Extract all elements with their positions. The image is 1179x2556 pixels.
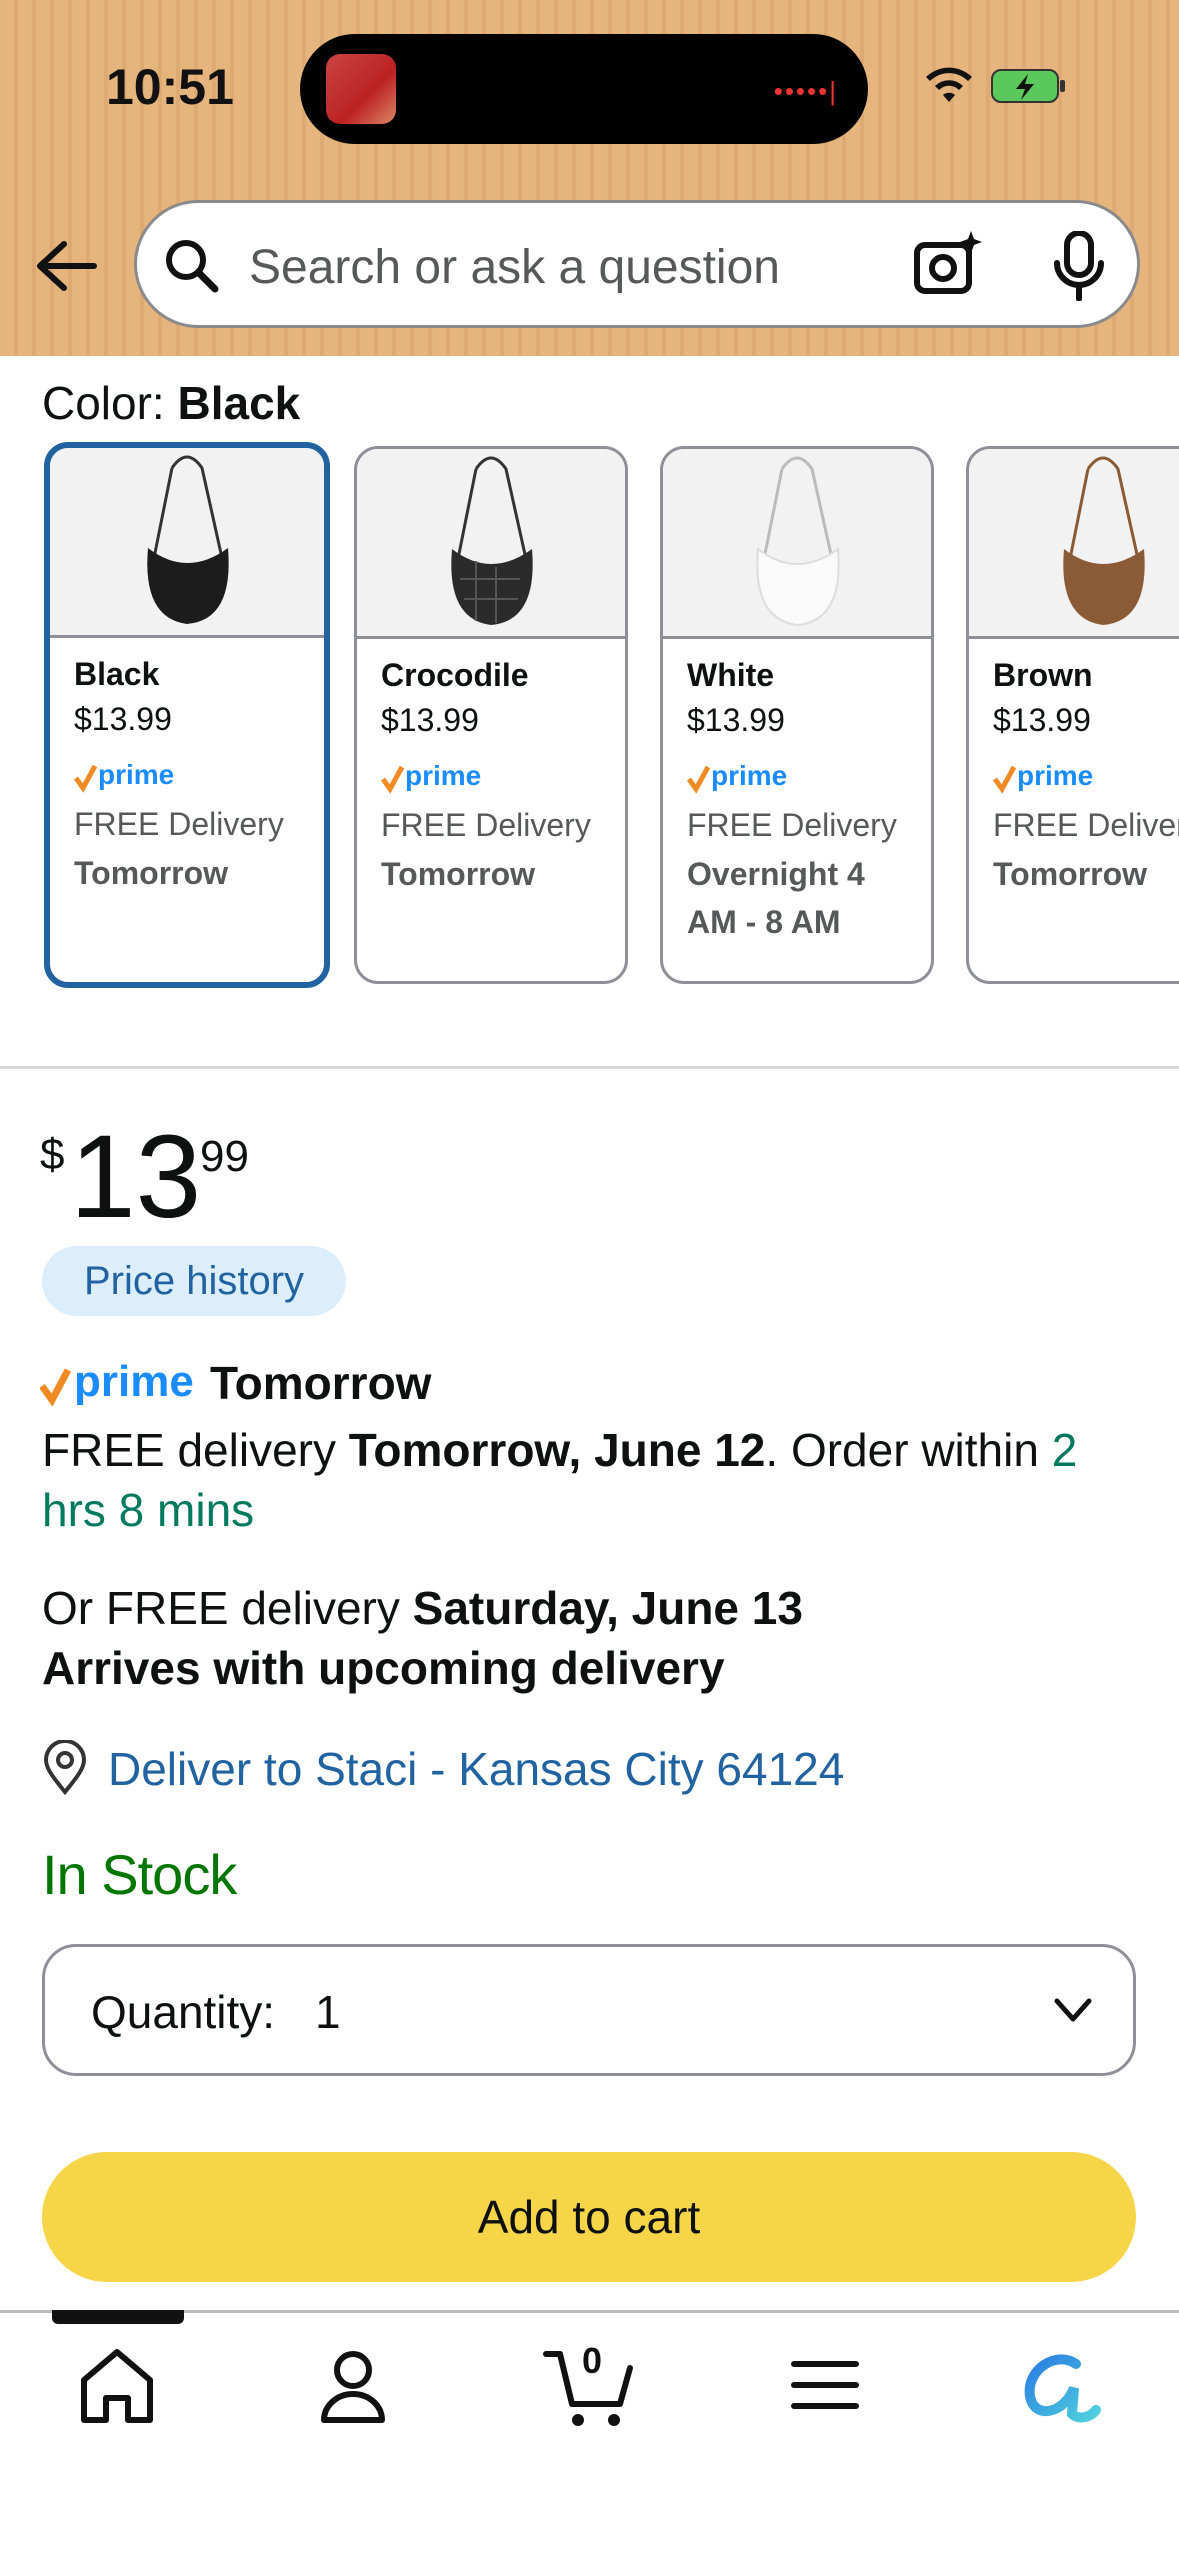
swatch-image-crocodile <box>357 449 625 639</box>
add-to-cart-button[interactable]: Add to cart <box>42 2152 1136 2282</box>
deliver-to-address[interactable]: Deliver to Staci - Kansas City 64124 <box>108 1742 844 1796</box>
prime-logo-icon: prime <box>969 739 1179 799</box>
swatch-black[interactable]: Black $13.99 prime FREE Delivery Tomorro… <box>44 442 330 988</box>
active-tab-indicator <box>52 2310 184 2324</box>
prime-logo-icon: prime <box>357 739 625 799</box>
prime-delivery-label: Tomorrow <box>210 1357 432 1409</box>
microphone-icon[interactable] <box>1049 231 1109 301</box>
prime-delivery-row: prime Tomorrow <box>39 1354 431 1410</box>
swatch-delivery-when: Tomorrow <box>993 856 1148 892</box>
location-pin-icon <box>43 1740 87 1796</box>
wifi-icon <box>926 67 972 102</box>
swatch-delivery: FREE Delivery <box>74 806 284 842</box>
swatch-image-white <box>663 449 931 639</box>
swatch-delivery-when: Tomorrow <box>74 855 229 891</box>
swatch-image-black <box>50 448 324 638</box>
delivery-prefix: FREE delivery <box>42 1424 349 1476</box>
svg-text:prime: prime <box>74 1357 194 1406</box>
price-symbol: $ <box>40 1130 65 1179</box>
swatch-delivery-when: Overnight 4 AM - 8 AM <box>687 856 865 940</box>
price-whole: 13 <box>70 1111 202 1243</box>
swatch-delivery: FREE Delivery <box>381 807 591 843</box>
search-bar[interactable]: Search or ask a question <box>134 200 1140 328</box>
cart-tab[interactable]: 0 <box>540 2334 640 2434</box>
swatch-name: Crocodile <box>381 657 529 693</box>
header: 10:51 •••••| Search or ask a question <box>0 0 1179 356</box>
swatch-crocodile[interactable]: Crocodile $13.99 prime FREE Delivery Tom… <box>354 446 628 984</box>
delivery-order-within: . Order within <box>765 1424 1052 1476</box>
color-label: Color: Black <box>42 376 300 430</box>
swatch-price: $13.99 <box>687 702 785 738</box>
swatch-price: $13.99 <box>74 701 172 737</box>
swatch-name: Brown <box>993 657 1093 693</box>
waveform-icon: •••••| <box>773 76 838 106</box>
swatch-brown[interactable]: Brown $13.99 prime FREE Deliver Tomorrow <box>966 446 1179 984</box>
swatch-price: $13.99 <box>381 702 479 738</box>
search-icon <box>166 240 219 293</box>
price-fraction: 99 <box>200 1132 249 1181</box>
rufus-assistant-icon[interactable] <box>1016 2340 1106 2430</box>
home-icon[interactable] <box>72 2340 162 2430</box>
quantity-label: Quantity: <box>91 1986 276 2038</box>
secondary-delivery-message: Or FREE delivery Saturday, June 13 Arriv… <box>42 1578 1152 1698</box>
swatch-delivery-when: Tomorrow <box>381 856 536 892</box>
chevron-down-icon <box>1054 1998 1092 2022</box>
cart-count: 0 <box>582 2340 603 2381</box>
svg-text:prime: prime <box>711 760 787 791</box>
price-history-button[interactable]: Price history <box>42 1246 346 1316</box>
delivery-alt-note: Arrives with upcoming delivery <box>42 1642 725 1694</box>
stock-status: In Stock <box>42 1843 237 1906</box>
swatch-name: Black <box>74 656 160 692</box>
back-arrow-icon[interactable] <box>34 236 98 296</box>
swatch-white[interactable]: White $13.99 prime FREE Delivery Overnig… <box>660 446 934 984</box>
account-icon[interactable] <box>308 2340 398 2430</box>
quantity-value: 1 <box>315 1986 341 2038</box>
section-divider <box>0 1066 1179 1069</box>
swatch-price: $13.99 <box>993 702 1091 738</box>
now-playing-thumbnail <box>326 54 396 124</box>
prime-logo-icon: prime <box>39 1357 194 1407</box>
dynamic-island: •••••| <box>300 34 868 144</box>
search-input[interactable]: Search or ask a question <box>249 240 780 295</box>
selected-color: Black <box>177 377 301 429</box>
swatch-name: White <box>687 657 775 693</box>
prime-logo-icon: prime <box>50 738 324 798</box>
battery-charging-icon <box>991 69 1065 103</box>
delivery-date: Tomorrow, June 12 <box>348 1424 766 1476</box>
color-swatch-row: Black $13.99 prime FREE Delivery Tomorro… <box>0 440 1179 1000</box>
swatch-delivery: FREE Delivery <box>687 807 897 843</box>
svg-text:prime: prime <box>1017 760 1093 791</box>
prime-logo-icon: prime <box>663 739 931 799</box>
svg-text:prime: prime <box>98 759 174 790</box>
camera-search-icon[interactable] <box>913 229 983 299</box>
primary-delivery-message: FREE delivery Tomorrow, June 12. Order w… <box>42 1420 1152 1540</box>
swatch-image-brown <box>969 449 1179 639</box>
quantity-selector[interactable]: Quantity: 1 <box>42 1944 1136 2076</box>
delivery-alt-prefix: Or FREE delivery <box>42 1582 413 1634</box>
svg-text:prime: prime <box>405 760 481 791</box>
status-time: 10:51 <box>106 59 234 115</box>
swatch-delivery: FREE Deliver <box>993 807 1179 843</box>
color-label-prefix: Color: <box>42 377 178 429</box>
delivery-alt-date: Saturday, June 13 <box>412 1582 803 1634</box>
menu-icon[interactable] <box>780 2340 870 2430</box>
